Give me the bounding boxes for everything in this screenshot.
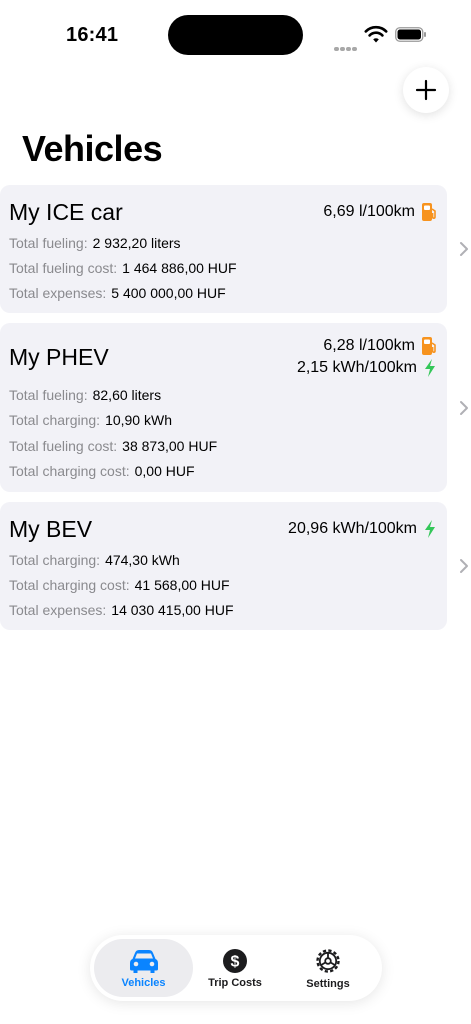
tab-vehicles[interactable]: Vehicles xyxy=(94,939,193,997)
chevron-right-icon[interactable] xyxy=(458,400,470,416)
wifi-icon xyxy=(364,25,388,43)
dollar-circle-icon: $ xyxy=(223,948,247,973)
vehicle-card[interactable]: My BEV 20,96 kWh/100km Total charging: 47… xyxy=(0,502,447,630)
dynamic-island xyxy=(168,15,303,55)
bolt-icon xyxy=(423,519,437,539)
add-vehicle-button[interactable] xyxy=(403,67,449,113)
electric-consumption: 20,96 kWh/100km xyxy=(288,519,437,539)
stat-row: Total fueling: 82,60 liters xyxy=(9,387,162,403)
stat-row: Total charging cost: 0,00 HUF xyxy=(9,463,195,479)
chevron-right-icon[interactable] xyxy=(458,241,470,257)
svg-text:$: $ xyxy=(231,953,240,970)
fuel-consumption: 6,69 l/100km xyxy=(323,202,437,222)
vehicle-name: My BEV xyxy=(9,516,93,542)
status-bar: 16:41 xyxy=(0,0,471,64)
vehicle-card[interactable]: My ICE car 6,69 l/100km Total fueling: 2 … xyxy=(0,185,447,313)
stat-row: Total fueling cost: 1 464 886,00 HUF xyxy=(9,260,237,276)
vehicle-card[interactable]: My PHEV 6,28 l/100km 2,15 kWh/100km Tota… xyxy=(0,323,447,492)
fuel-pump-icon xyxy=(421,336,437,356)
stat-row: Total charging cost: 41 568,00 HUF xyxy=(9,577,230,593)
bolt-icon xyxy=(423,358,437,378)
vehicle-name: My ICE car xyxy=(9,199,123,225)
stat-row: Total expenses: 14 030 415,00 HUF xyxy=(9,602,234,618)
fuel-consumption: 6,28 l/100km xyxy=(323,336,437,356)
stat-row: Total expenses: 5 400 000,00 HUF xyxy=(9,285,226,301)
fuel-pump-icon xyxy=(421,202,437,222)
stat-row: Total charging: 10,90 kWh xyxy=(9,412,172,428)
page-title: Vehicles xyxy=(22,128,163,169)
tab-settings[interactable]: Settings xyxy=(280,939,376,997)
battery-icon xyxy=(395,27,426,42)
electric-consumption: 2,15 kWh/100km xyxy=(297,358,437,378)
gear-icon xyxy=(316,948,340,973)
status-time: 16:41 xyxy=(66,24,119,46)
tab-trip-costs[interactable]: $ Trip Costs xyxy=(190,939,280,997)
car-icon xyxy=(129,949,158,973)
tab-bar: Vehicles $ Trip Costs Settings xyxy=(90,935,382,1001)
chevron-right-icon[interactable] xyxy=(458,558,470,574)
stat-row: Total charging: 474,30 kWh xyxy=(9,552,180,568)
plus-icon xyxy=(415,79,437,101)
stat-row: Total fueling: 2 932,20 liters xyxy=(9,235,181,251)
cellular-signal-icon xyxy=(334,38,358,56)
vehicle-name: My PHEV xyxy=(9,344,109,370)
stat-row: Total fueling cost: 38 873,00 HUF xyxy=(9,438,218,454)
